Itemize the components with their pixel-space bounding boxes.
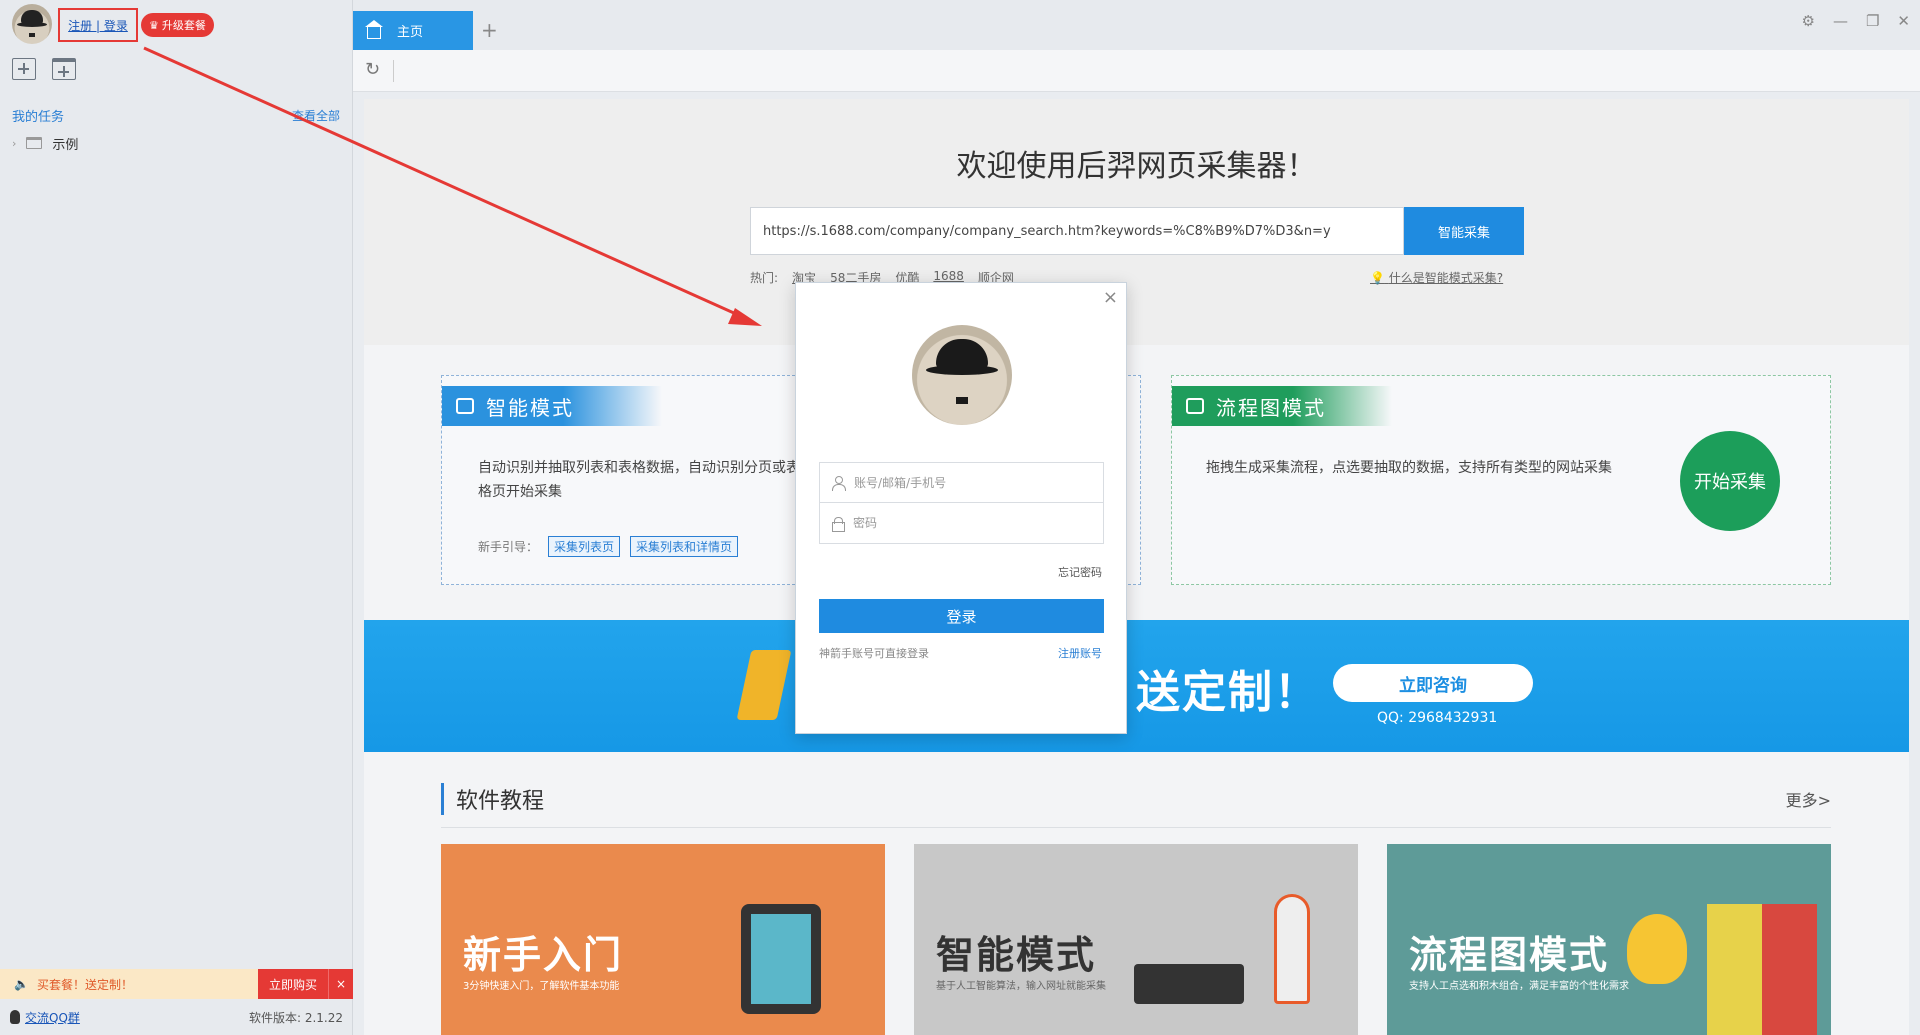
upgrade-label: 升级套餐 <box>161 19 206 32</box>
tutorial-card-flow[interactable]: 流程图模式 支持人工点选和积木组合，满足丰富的个性化需求 <box>1387 844 1831 1035</box>
new-task-icon[interactable] <box>12 58 36 80</box>
home-icon <box>365 19 383 39</box>
smart-mode-description: 自动识别并抽取列表和表格数据，自动识别分页或表格页开始采集 <box>478 460 800 500</box>
promo-bar: 🔈 买套餐！送定制！ 立即购买 × <box>0 969 353 999</box>
new-folder-icon[interactable] <box>52 58 76 80</box>
password-field[interactable] <box>819 503 1104 544</box>
qq-group-label: 交流QQ群 <box>25 1010 80 1025</box>
account-input[interactable] <box>854 475 1103 490</box>
bulb-icon: 💡 <box>1370 271 1385 285</box>
new-tab-button[interactable]: + <box>481 18 498 42</box>
beginner-guide: 新手引导： 采集列表页 采集列表和详情页 <box>478 536 739 557</box>
task-label: 示例 <box>52 137 79 153</box>
tutorial-title: 软件教程 <box>441 783 544 815</box>
smart-collect-button[interactable]: 智能采集 <box>1404 207 1524 255</box>
sidebar-footer: 交流QQ群 软件版本: 2.1.22 <box>0 999 353 1035</box>
settings-icon[interactable]: ⚙ <box>1802 12 1815 30</box>
tab-bar: 主页 + ⚙ — ❐ ✕ <box>353 0 1920 50</box>
guide-list-detail-button[interactable]: 采集列表和详情页 <box>630 536 739 557</box>
software-version: 软件版本: 2.1.22 <box>248 1010 343 1025</box>
login-note: 神箭手账号可直接登录 <box>819 647 929 660</box>
login-button[interactable]: 登录 <box>819 599 1104 633</box>
what-is-smart-mode-link[interactable]: 💡 什么是智能模式采集? <box>1370 269 1503 286</box>
flow-mode-description: 拖拽生成采集流程，点选要抽取的数据，支持所有类型的网站采集 <box>1206 460 1612 476</box>
rocket-illustration <box>1274 894 1310 1004</box>
page-title: 欢迎使用后羿网页采集器！ <box>956 149 1317 184</box>
register-login-link[interactable]: 注册 | 登录 <box>58 8 138 42</box>
banner-qq: QQ: 2968432931 <box>1377 710 1498 726</box>
flow-mode-header: 流程图模式 <box>1172 386 1392 426</box>
mode-section: 智能模式 自动识别并抽取列表和表格数据，自动识别分页或表格页开始采集 新手引导：… <box>364 345 1909 620</box>
upgrade-plan-button[interactable]: ♛ 升级套餐 <box>141 13 214 37</box>
sidebar-toolbar <box>0 48 352 90</box>
smart-mode-title: 智能模式 <box>486 395 574 420</box>
user-avatar[interactable] <box>12 4 52 44</box>
tablet-illustration <box>741 904 821 1014</box>
tutorial-card-smart[interactable]: 智能模式 基于人工智能算法，输入网址就能采集 <box>914 844 1358 1035</box>
buy-now-button[interactable]: 立即购买 <box>258 969 328 999</box>
main-content: 欢迎使用后羿网页采集器！ https://s.1688.com/company/… <box>364 99 1909 1035</box>
tutorial-card-title: 流程图模式 <box>1409 933 1610 977</box>
task-item-example[interactable]: › 示例 <box>0 130 352 156</box>
promo-text: 买套餐！送定制！ <box>36 977 133 992</box>
puzzle-illustration <box>1707 904 1817 1035</box>
robot-icon <box>456 398 474 414</box>
tutorial-card-subtitle: 3分钟快速入门，了解软件基本功能 <box>463 981 620 992</box>
promo-message: 🔈 买套餐！送定制！ <box>0 969 258 999</box>
tab-home-label: 主页 <box>397 25 424 40</box>
qq-group-link[interactable]: 交流QQ群 <box>10 1009 80 1026</box>
tutorial-card-beginner[interactable]: 新手入门 3分钟快速入门，了解软件基本功能 <box>441 844 885 1035</box>
address-bar: ↻ <box>353 50 1920 92</box>
promo-banner[interactable]: 送定制！ 立即咨询 QQ: 2968432931 <box>364 620 1909 752</box>
password-input[interactable] <box>853 516 1103 530</box>
sidebar: 注册 | 登录 ♛ 升级套餐 我的任务 查看全部 › 示例 🔈 买套餐！送定制！… <box>0 0 353 1035</box>
tutorial-card-title: 智能模式 <box>936 933 1097 977</box>
forgot-password-link[interactable]: 忘记密码 <box>1058 564 1102 580</box>
tutorial-header: 软件教程 更多> <box>441 779 1831 819</box>
smart-mode-header: 智能模式 <box>442 386 662 426</box>
url-input[interactable]: https://s.1688.com/company/company_searc… <box>750 207 1404 255</box>
sidebar-header: 注册 | 登录 ♛ 升级套餐 <box>0 0 352 48</box>
flow-mode-title: 流程图模式 <box>1216 395 1326 420</box>
tutorial-card-subtitle: 支持人工点选和积木组合，满足丰富的个性化需求 <box>1409 981 1629 992</box>
hero-section: 欢迎使用后羿网页采集器！ https://s.1688.com/company/… <box>364 99 1909 345</box>
my-tasks-header: 我的任务 查看全部 <box>0 100 352 130</box>
hot-label: 热门: <box>750 271 779 285</box>
qq-icon <box>10 1010 20 1024</box>
keyboard-illustration <box>1134 964 1244 1004</box>
restore-icon[interactable]: ❐ <box>1866 12 1879 30</box>
speaker-icon: 🔈 <box>14 977 29 991</box>
consult-now-button[interactable]: 立即咨询 <box>1333 664 1533 702</box>
chevron-right-icon: › <box>12 136 17 150</box>
tutorial-more-link[interactable]: 更多> <box>1786 787 1831 811</box>
close-icon[interactable]: × <box>1103 287 1118 308</box>
close-icon[interactable]: ✕ <box>1897 12 1910 30</box>
guide-list-page-button[interactable]: 采集列表页 <box>548 536 621 557</box>
promo-close-icon[interactable]: × <box>328 969 353 999</box>
banner-text: 送定制！ <box>1136 667 1320 718</box>
tutorial-card-title: 新手入门 <box>463 933 624 977</box>
start-collect-button[interactable]: 开始采集 <box>1680 431 1780 531</box>
window-controls: ⚙ — ❐ ✕ <box>1802 12 1910 30</box>
flowchart-icon <box>1186 398 1204 414</box>
guide-label: 新手引导： <box>478 540 539 554</box>
bulb-illustration <box>1627 914 1687 984</box>
minimize-icon[interactable]: — <box>1833 12 1848 30</box>
flow-mode-card[interactable]: 流程图模式 拖拽生成采集流程，点选要抽取的数据，支持所有类型的网站采集 开始采集 <box>1171 375 1831 585</box>
register-account-link[interactable]: 注册账号 <box>1058 645 1102 661</box>
crown-icon: ♛ <box>149 18 159 32</box>
tutorial-card-subtitle: 基于人工智能算法，输入网址就能采集 <box>936 981 1106 992</box>
my-tasks-title: 我的任务 <box>12 109 65 125</box>
refresh-icon[interactable]: ↻ <box>365 59 385 80</box>
lock-icon <box>832 516 845 532</box>
banner-decoration <box>736 650 792 720</box>
user-icon <box>832 475 846 491</box>
tab-home[interactable]: 主页 <box>353 11 473 50</box>
login-avatar <box>912 325 1012 425</box>
view-all-link[interactable]: 查看全部 <box>292 107 340 124</box>
folder-icon <box>26 137 43 149</box>
account-field[interactable] <box>819 462 1104 503</box>
login-dialog: × 忘记密码 登录 神箭手账号可直接登录 注册账号 <box>795 282 1127 734</box>
